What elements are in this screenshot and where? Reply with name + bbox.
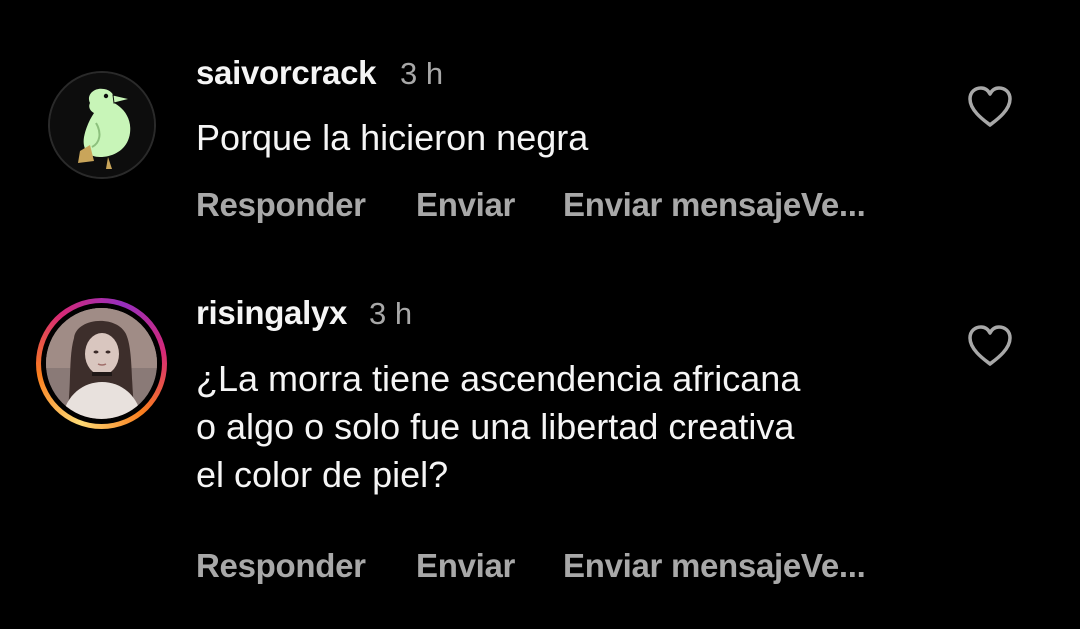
comment-text: ¿La morra tiene ascendencia africana o a… [196, 358, 801, 495]
heart-outline-icon[interactable] [966, 85, 1014, 129]
bird-avatar-icon [50, 73, 154, 177]
user-photo-icon [46, 308, 157, 419]
reply-button[interactable]: Responder [196, 186, 366, 224]
send-button[interactable]: Enviar [416, 547, 515, 585]
heart-outline-icon[interactable] [966, 324, 1014, 368]
avatar[interactable] [48, 71, 156, 179]
send-message-button[interactable]: Enviar mensajeVe... [563, 186, 866, 224]
comment-username[interactable]: saivorcrack [196, 54, 376, 92]
avatar [46, 308, 157, 419]
story-ring[interactable] [36, 298, 167, 429]
comment-timestamp: 3 h [369, 296, 413, 331]
send-message-button[interactable]: Enviar mensajeVe... [563, 547, 866, 585]
send-button[interactable]: Enviar [416, 186, 515, 224]
comment-text: Porque la hicieron negra [196, 117, 589, 158]
comment-username[interactable]: risingalyx [196, 294, 347, 332]
reply-button[interactable]: Responder [196, 547, 366, 585]
comment-timestamp: 3 h [400, 56, 444, 91]
